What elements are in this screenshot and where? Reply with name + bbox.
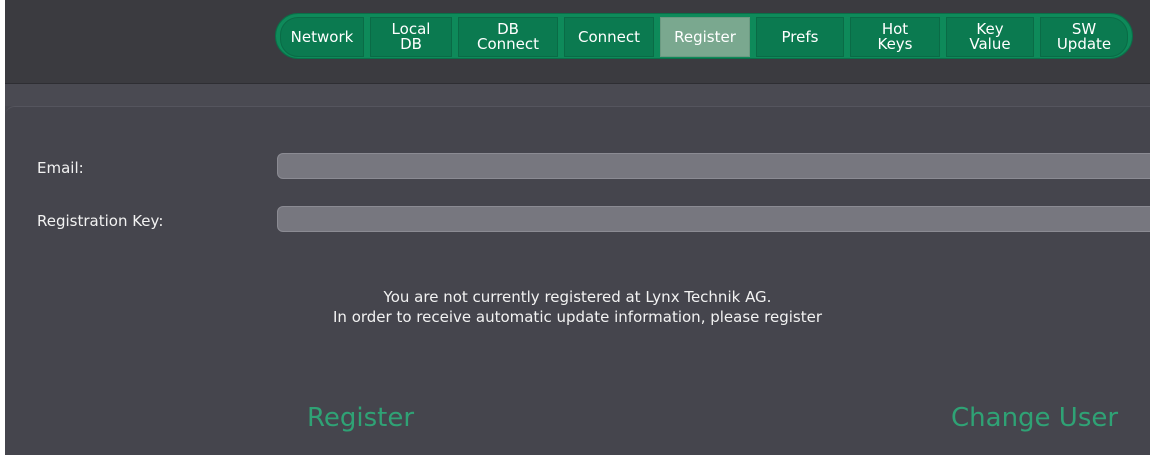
- change-user-button[interactable]: Change User: [951, 403, 1118, 433]
- registration-window: Network Local DB DB Connect Connect Regi…: [5, 0, 1150, 455]
- register-panel: Email: Registration Key: You are not cur…: [5, 106, 1150, 455]
- toolbar-separator: [5, 84, 1150, 106]
- tab-sw-update[interactable]: SW Update: [1040, 17, 1128, 57]
- tab-bar: Network Local DB DB Connect Connect Regi…: [275, 13, 1133, 59]
- status-line-2: In order to receive automatic update inf…: [333, 308, 822, 326]
- registration-key-label: Registration Key:: [37, 212, 164, 230]
- tab-connect[interactable]: Connect: [564, 17, 654, 57]
- tab-prefs[interactable]: Prefs: [756, 17, 844, 57]
- tab-register[interactable]: Register: [660, 17, 750, 57]
- tab-key-value[interactable]: Key Value: [946, 17, 1034, 57]
- tab-local-db[interactable]: Local DB: [370, 17, 452, 57]
- email-label: Email:: [37, 159, 84, 177]
- register-button[interactable]: Register: [307, 403, 414, 433]
- status-line-1: You are not currently registered at Lynx…: [383, 288, 772, 306]
- registration-status-message: You are not currently registered at Lynx…: [5, 287, 1150, 327]
- email-field[interactable]: [277, 153, 1150, 179]
- tab-network[interactable]: Network: [280, 17, 364, 57]
- top-toolbar: Network Local DB DB Connect Connect Regi…: [5, 0, 1150, 84]
- registration-key-field[interactable]: [277, 206, 1150, 232]
- tab-db-connect[interactable]: DB Connect: [458, 17, 558, 57]
- tab-hot-keys[interactable]: Hot Keys: [850, 17, 940, 57]
